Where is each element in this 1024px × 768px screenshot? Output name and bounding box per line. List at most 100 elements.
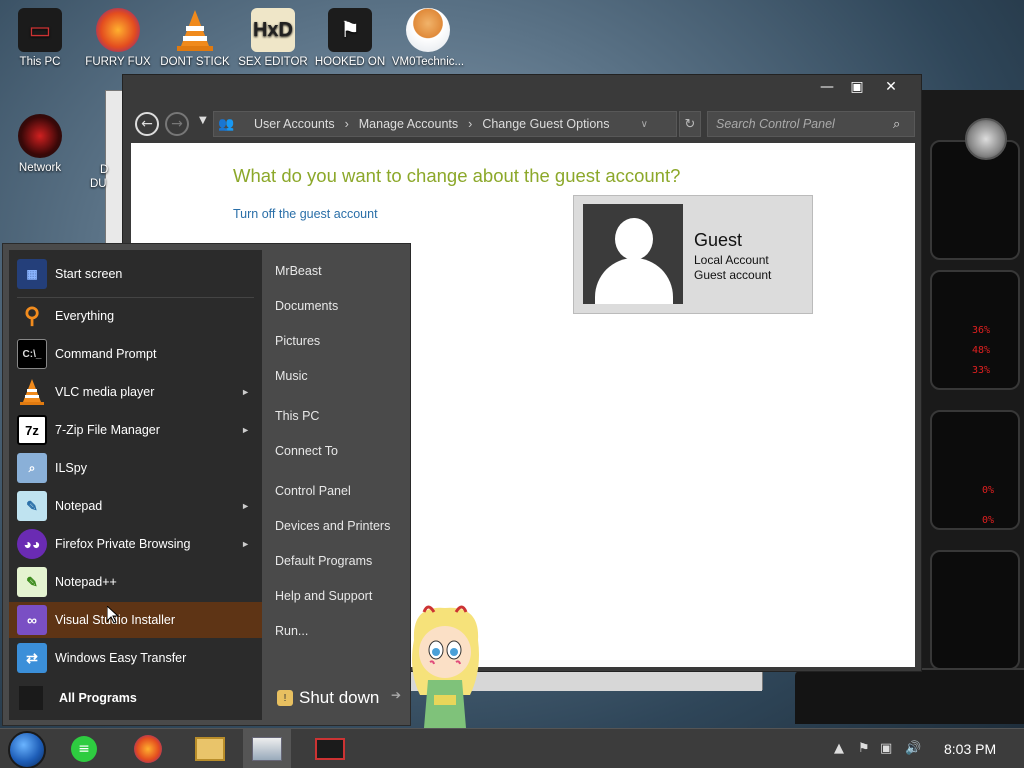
navigation-bar: ← → ▼ 👥 User Accounts › Manage Accounts … [123,105,921,143]
desktop-icon-label: DONT STICK [160,56,230,68]
shutdown-button[interactable]: ! Shut down [269,682,389,714]
window-titlebar[interactable]: — ▣ ✕ [123,75,921,103]
desktop-icon-this-pc[interactable]: ▭ This PC [0,8,80,68]
submenu-arrow-icon[interactable]: ► [241,425,250,435]
start-right-documents[interactable]: Documents [275,299,338,313]
widget-readout: 36% [972,325,991,336]
avatar-head [615,218,653,260]
widget-block [930,410,1020,530]
breadcrumb-separator-icon[interactable]: › [345,117,349,131]
start-item-easy-transfer[interactable]: ⇄ Windows Easy Transfer [9,640,262,676]
desktop: 36% 48% 33% 0% 0% ▭ This PC FURRY FUX DO… [0,0,1024,768]
maximize-button[interactable]: ▣ [841,75,873,99]
start-right-default-programs[interactable]: Default Programs [275,554,372,568]
all-programs-icon [19,686,43,710]
start-item-label: Notepad [55,499,103,513]
account-name: Guest [694,230,743,250]
all-programs-label: All Programs [59,691,137,705]
start-item-notepad-plus[interactable]: ✎ Notepad++ [9,564,262,600]
start-right-mrbeast[interactable]: MrBeast [275,264,322,278]
start-item-7zip[interactable]: 7z 7-Zip File Manager ► [9,412,262,448]
recent-locations-dropdown[interactable]: ▼ [199,115,207,126]
chevron-down-icon[interactable]: ∨ [641,119,648,130]
back-button[interactable]: ← [135,112,159,136]
breadcrumb-separator-icon[interactable]: › [468,117,472,131]
start-item-vs-installer[interactable]: ∞ Visual Studio Installer [9,602,262,638]
ilspy-icon: ⌕ [17,453,47,483]
start-right-music[interactable]: Music [275,369,308,383]
shutdown-options-arrow-icon[interactable]: ➔ [391,688,401,702]
start-orb-button[interactable] [8,731,46,768]
start-item-start-screen[interactable]: ▦ Start screen [9,256,262,292]
breadcrumb-change-guest-options[interactable]: Change Guest Options [482,117,609,131]
forward-button[interactable]: → [165,112,189,136]
desktop-icon-network[interactable]: Network [0,114,80,174]
start-item-everything[interactable]: ⚲ Everything [9,298,262,334]
start-item-vlc[interactable]: VLC media player ► [9,374,262,410]
start-item-label: VLC media player [55,385,155,399]
desktop-icon-hooked-on[interactable]: ⚑ HOOKED ON [310,8,390,68]
show-hidden-icons-button[interactable]: ▲ [834,741,844,756]
traffic-cone-icon [17,377,47,407]
search-magnifier-icon: ⚲ [23,303,41,328]
start-item-firefox-private[interactable]: ◕◕ Firefox Private Browsing ► [9,526,262,562]
shutdown-label: Shut down [299,688,380,707]
start-right-run[interactable]: Run... [275,624,308,638]
firefox-icon [134,735,162,763]
start-right-this-pc[interactable]: This PC [275,409,319,423]
start-item-label: 7-Zip File Manager [55,423,160,437]
widget-readout: 48% [972,345,991,356]
breadcrumb-manage-accounts[interactable]: Manage Accounts [359,117,458,131]
mouse-cursor-icon [106,604,120,624]
notepad-icon: ✎ [17,491,47,521]
start-right-devices-printers[interactable]: Devices and Printers [275,519,390,533]
action-center-flag-icon[interactable]: ⚑ [858,741,870,756]
network-status-icon[interactable]: ▣ [880,741,892,756]
desktop-icon-label: HOOKED ON [314,56,386,68]
turn-off-guest-link[interactable]: Turn off the guest account [233,207,378,221]
start-right-pictures[interactable]: Pictures [275,334,320,348]
start-item-command-prompt[interactable]: C:\_ Command Prompt [9,336,262,372]
desktop-icon-label: Network [18,162,62,174]
widget-block [930,550,1020,670]
easy-transfer-icon: ⇄ [17,643,47,673]
minimize-button[interactable]: — [811,75,843,99]
close-button[interactable]: ✕ [875,75,907,99]
address-bar[interactable]: 👥 User Accounts › Manage Accounts › Chan… [213,111,677,137]
start-item-label: Notepad++ [55,575,117,589]
taskbar-app-notes[interactable]: ≡ [60,729,108,768]
submenu-arrow-icon[interactable]: ► [241,501,250,511]
start-right-help-support[interactable]: Help and Support [275,589,372,603]
taskbar-app-control-panel[interactable] [243,729,291,768]
start-item-label: ILSpy [55,461,87,475]
desktop-icon-dont-stick[interactable]: DONT STICK [155,8,235,68]
avatar-body [595,258,673,304]
account-type: Local Account [694,253,769,267]
all-programs-button[interactable]: All Programs [9,676,262,720]
start-item-ilspy[interactable]: ⌕ ILSpy [9,450,262,486]
taskbar-app-firefox[interactable] [124,729,172,768]
monitor-icon: ▭ [18,8,62,52]
submenu-arrow-icon[interactable]: ► [241,387,250,397]
breadcrumb-user-accounts[interactable]: User Accounts [254,117,335,131]
desktop-icon-vm0technic[interactable]: VM0Technic... [388,8,468,68]
widget-readout: 33% [972,365,991,376]
taskbar-clock[interactable]: 8:03 PM [944,741,996,757]
search-input[interactable]: Search Control Panel [707,111,915,137]
submenu-arrow-icon[interactable]: ► [241,539,250,549]
visual-studio-icon: ∞ [17,605,47,635]
desktop-icon-sex-editor[interactable]: HxD SEX EDITOR [233,8,313,68]
volume-icon[interactable]: 🔊 [905,741,921,756]
start-right-connect-to[interactable]: Connect To [275,444,338,458]
start-right-control-panel[interactable]: Control Panel [275,484,351,498]
refresh-button[interactable]: ↻ [679,111,701,137]
widget-readout: 0% [982,515,995,526]
taskbar-app-media[interactable] [306,729,354,768]
search-icon[interactable]: ⌕ [893,117,900,132]
terminal-icon: C:\_ [17,339,47,369]
desktop-icon-furry-fux[interactable]: FURRY FUX [78,8,158,68]
start-item-notepad[interactable]: ✎ Notepad ► [9,488,262,524]
network-icon [18,114,62,158]
notes-app-icon: ≡ [71,736,97,762]
taskbar-app-file-explorer[interactable] [186,729,234,768]
